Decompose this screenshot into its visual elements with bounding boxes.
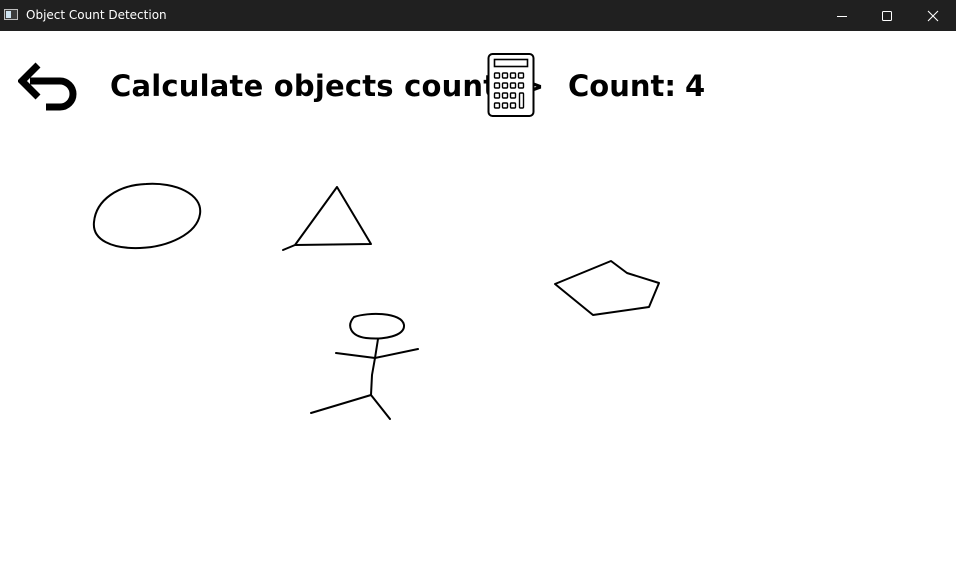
minimize-icon (837, 15, 847, 17)
title-bar: Object Count Detection (0, 0, 956, 31)
calculate-count-button[interactable] (486, 52, 536, 119)
count-display: Count: 4 (568, 69, 705, 103)
drawn-pentagon (554, 260, 660, 316)
minimize-button[interactable] (819, 0, 865, 31)
count-value: 4 (684, 69, 706, 103)
drawn-triangle (282, 186, 372, 251)
toolbar: Calculate objects count -> Count: 4 (0, 31, 956, 141)
drawing-canvas[interactable] (0, 141, 956, 569)
window-title: Object Count Detection (26, 8, 167, 22)
close-icon (927, 10, 939, 21)
maximize-icon (882, 10, 892, 21)
maximize-button[interactable] (864, 0, 910, 31)
count-label: Count: (568, 69, 676, 103)
undo-arrow-icon (17, 62, 77, 111)
app-icon (4, 9, 18, 20)
close-button[interactable] (910, 0, 956, 31)
drawn-stick-figure (310, 312, 419, 420)
drawn-ellipse (92, 182, 202, 250)
calculate-prompt-label: Calculate objects count -> (110, 69, 545, 103)
calculator-icon (487, 53, 535, 117)
undo-button[interactable] (17, 59, 80, 113)
drawing-surface (92, 182, 660, 420)
